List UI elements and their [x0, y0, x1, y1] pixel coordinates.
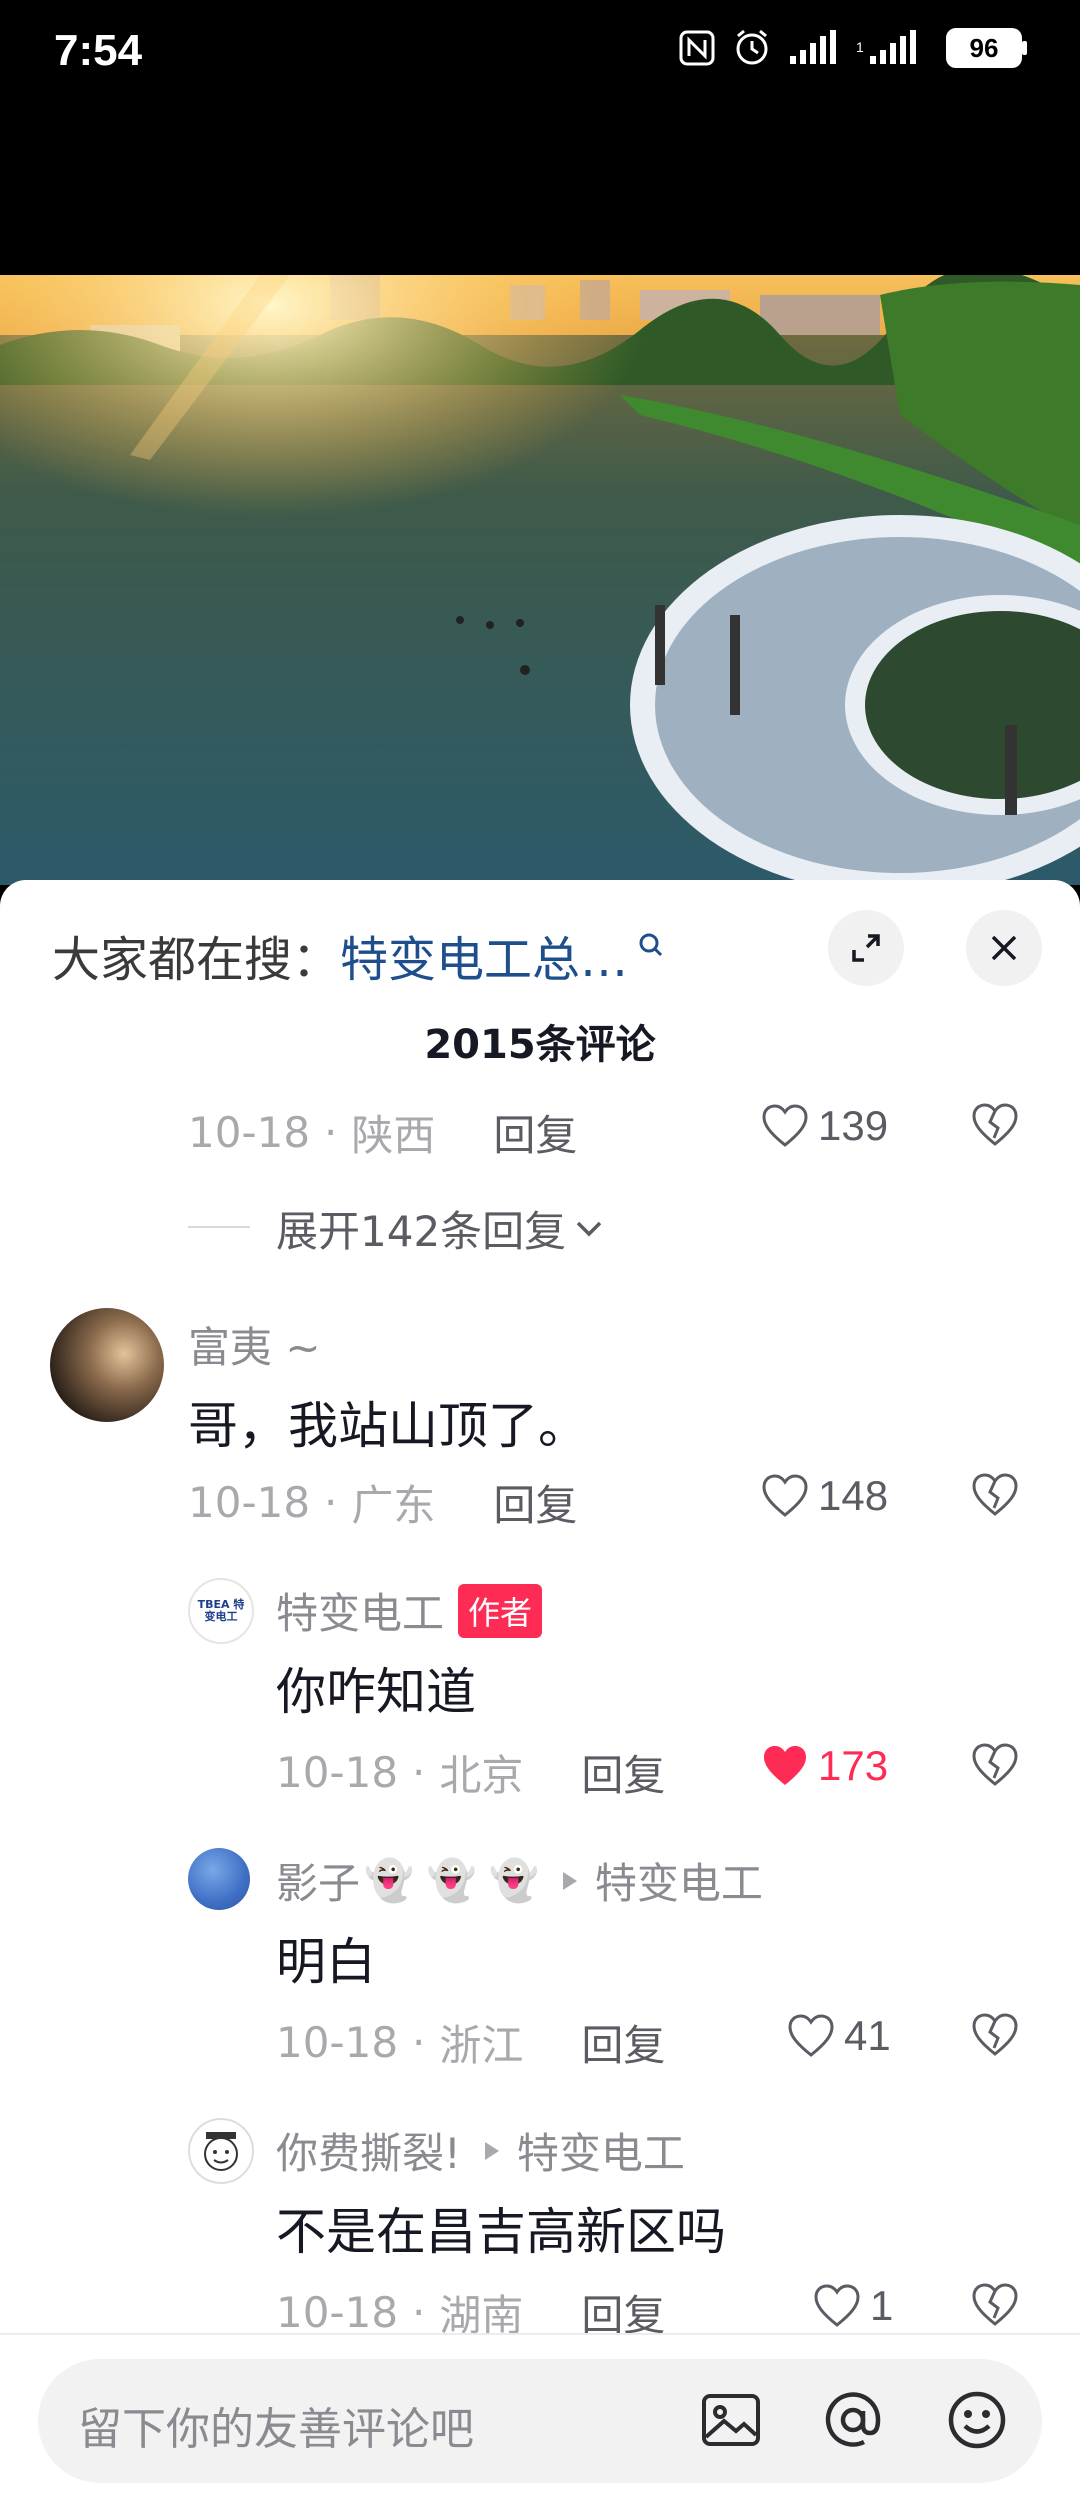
comment-sheet: 大家都在搜： 特变电工总… 2015条评论 10-18 · 陕西 回复 139 …	[0, 880, 1080, 2504]
like-button[interactable]: 139	[760, 1102, 888, 1150]
avatar-logo-text: TBEA 特变电工	[197, 1598, 245, 1623]
reply-arrow-icon	[562, 1871, 577, 1890]
like-button[interactable]: 41	[786, 2012, 891, 2060]
comment-meta: 10-18 · 浙江 回复	[276, 2012, 665, 2073]
comment-meta: 10-18 · 广东 回复	[188, 1472, 577, 1533]
comment-text: 明白	[276, 1933, 376, 1991]
heart-icon	[762, 1104, 808, 1147]
comment-location: 陕西	[351, 1111, 436, 1160]
like-button[interactable]: 148	[760, 1472, 888, 1520]
comment-input-placeholder: 留下你的友善评论吧	[78, 2404, 474, 2455]
dislike-icon[interactable]	[970, 2280, 1020, 2330]
comment-text: 哥，我站山顶了。	[188, 1397, 588, 1455]
comment-author[interactable]: 富夷 ~	[188, 1314, 321, 1375]
close-icon	[991, 935, 1017, 961]
comment-location: 浙江	[439, 2021, 524, 2070]
dislike-icon[interactable]	[970, 1470, 1020, 1520]
reply-to-name[interactable]: 特变电工	[517, 2120, 685, 2181]
avatar[interactable]	[188, 1848, 250, 1910]
video-scene	[0, 275, 1080, 885]
signal-2-icon: 1	[856, 30, 916, 64]
like-button[interactable]: 173	[760, 1742, 888, 1790]
nfc-icon	[679, 30, 715, 66]
expand-replies-label: 展开142条回复	[276, 1207, 567, 1256]
dislike-icon[interactable]	[970, 1740, 1020, 1790]
reply-button[interactable]: 回复	[581, 1742, 665, 1803]
comment-location: 广东	[351, 1481, 436, 1530]
comment-text: 不是在昌吉高新区吗	[276, 2203, 726, 2261]
at-icon[interactable]	[820, 2387, 886, 2453]
divider	[188, 1226, 250, 1228]
reply-button[interactable]: 回复	[493, 1472, 577, 1533]
comment-author[interactable]: 特变电工 作者	[276, 1580, 543, 1641]
search-prefix: 大家都在搜：	[52, 932, 341, 988]
comment-input-bar: 留下你的友善评论吧	[0, 2333, 1080, 2504]
comment-location: 北京	[439, 1751, 524, 1800]
heart-icon	[762, 1474, 808, 1517]
video-frame[interactable]	[0, 275, 1080, 885]
comment-author-name: 特变电工	[276, 1589, 445, 1638]
avatar[interactable]: TBEA 特变电工	[188, 1578, 254, 1644]
reply-to-name[interactable]: 特变电工	[595, 1850, 763, 1911]
search-icon	[639, 933, 663, 957]
heart-icon	[764, 1746, 806, 1785]
reply-arrow-icon	[484, 2141, 499, 2160]
heart-icon	[788, 2014, 834, 2057]
like-count: 173	[818, 1742, 889, 1789]
comment-date: 10-18	[276, 2288, 399, 2337]
comment-meta: 10-18 · 北京 回复	[276, 1742, 665, 1803]
comment-date: 10-18	[188, 1478, 311, 1527]
author-badge: 作者	[458, 1583, 543, 1638]
expand-icon	[852, 934, 880, 962]
close-button[interactable]	[966, 910, 1042, 986]
dislike-icon[interactable]	[970, 2010, 1020, 2060]
chevron-down-icon	[576, 1221, 602, 1236]
avatar[interactable]	[50, 1308, 164, 1422]
comments-count: 2015条评论	[424, 1022, 656, 1068]
expand-button[interactable]	[828, 910, 904, 986]
comment-date: 10-18	[188, 1108, 311, 1157]
search-term-link[interactable]: 特变电工总…	[340, 920, 628, 990]
like-count: 148	[818, 1472, 889, 1519]
like-button[interactable]: 1	[812, 2282, 893, 2330]
battery-icon: 96	[946, 28, 1027, 68]
emoji-icon[interactable]	[944, 2387, 1010, 2453]
reply-button[interactable]: 回复	[581, 2012, 665, 2073]
like-count: 1	[870, 2282, 894, 2329]
heart-icon	[814, 2284, 860, 2327]
like-count: 139	[818, 1102, 889, 1149]
like-count: 41	[844, 2012, 891, 2059]
dislike-icon[interactable]	[970, 1100, 1020, 1150]
ghost-emoji: 👻 👻 👻	[364, 1858, 539, 1904]
alarm-icon	[736, 29, 768, 65]
signal-icon	[790, 30, 836, 64]
svg-text:1: 1	[856, 39, 864, 55]
expand-replies-button[interactable]: 展开142条回复	[276, 1198, 606, 1259]
reply-button[interactable]: 回复	[493, 1102, 577, 1163]
comment-author[interactable]: 影子 👻 👻 👻 特变电工	[276, 1850, 763, 1911]
comment-meta: 10-18 · 陕西 回复	[188, 1102, 577, 1163]
status-bar: 7:54 1 96	[0, 0, 1080, 275]
image-icon[interactable]	[698, 2387, 764, 2453]
comment-author-name: 你费撕裂!	[276, 2129, 461, 2178]
search-suggestion[interactable]: 大家都在搜： 特变电工总…	[52, 920, 664, 990]
comment-date: 10-18	[276, 2018, 399, 2067]
status-icons: 1 96	[678, 28, 1027, 68]
comment-input[interactable]: 留下你的友善评论吧	[38, 2359, 1042, 2483]
comment-author-name: 影子	[276, 1859, 361, 1908]
avatar-cartoon	[204, 2132, 238, 2171]
comment-text: 你咋知道	[276, 1663, 476, 1721]
avatar[interactable]	[188, 2118, 254, 2184]
comment-author[interactable]: 你费撕裂! 特变电工	[276, 2120, 685, 2181]
status-time: 7:54	[54, 26, 143, 75]
comment-date: 10-18	[276, 1748, 399, 1797]
